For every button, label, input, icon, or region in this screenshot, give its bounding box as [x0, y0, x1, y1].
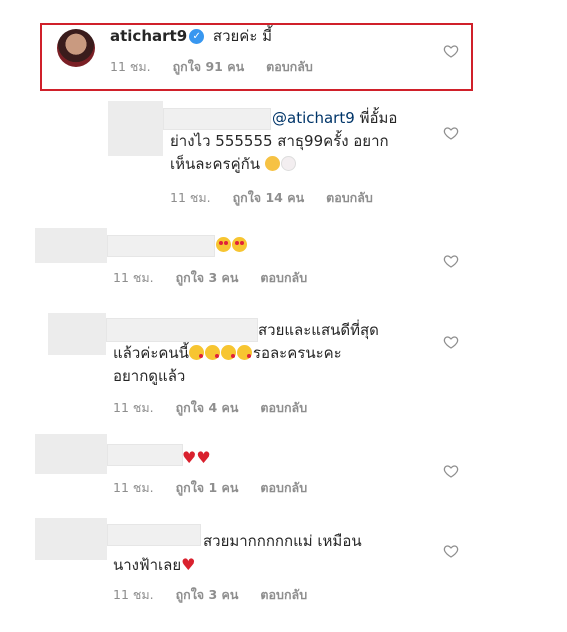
reply-button[interactable]: ตอบกลับ — [260, 478, 307, 498]
comment-time: 11 ชม. — [113, 400, 154, 415]
comment-body-line: อยากดูแล้ว — [113, 367, 186, 385]
comment-body-line: สวยและแสนดีที่สุด — [258, 321, 379, 339]
rabbit-emoji-icon — [280, 156, 296, 171]
reply-button[interactable]: ตอบกลับ — [266, 57, 313, 77]
comment-body-line: นางฟ้าเลย — [113, 556, 182, 574]
mention-link[interactable]: @atichart9 — [272, 109, 355, 127]
avatar[interactable] — [35, 228, 107, 263]
comment-meta: 11 ชม. ถูกใจ 4 คน ตอบกลับ — [113, 398, 325, 418]
avatar[interactable] — [108, 101, 163, 156]
cat-emoji-icon — [264, 156, 280, 171]
comment-text — [216, 234, 248, 257]
comment-meta: 11 ชม. ถูกใจ 1 คน ตอบกลับ — [113, 478, 325, 498]
kissing-emoji-icon — [236, 345, 252, 360]
comment-text: ♥♥ — [182, 446, 211, 470]
comment-meta: 11 ชม. ถูกใจ 14 คน ตอบกลับ — [170, 188, 391, 208]
heart-outline-icon[interactable] — [443, 334, 459, 350]
kissing-emoji-icon — [188, 345, 204, 360]
heart-outline-icon[interactable] — [443, 253, 459, 269]
avatar[interactable] — [48, 313, 106, 355]
comment-likes[interactable]: ถูกใจ 3 คน — [176, 268, 239, 288]
comment-likes[interactable]: ถูกใจ 14 คน — [233, 188, 305, 208]
comment-body-line: พี่อั้มอ — [359, 109, 398, 127]
heart-outline-icon[interactable] — [443, 43, 459, 59]
blurred-username — [107, 444, 183, 466]
heart-outline-icon[interactable] — [443, 543, 459, 559]
kissing-emoji-icon — [220, 345, 236, 360]
comment-meta: 11 ชม. ถูกใจ 3 คน ตอบกลับ — [113, 585, 325, 605]
comment-likes[interactable]: ถูกใจ 1 คน — [176, 478, 239, 498]
comment-body-line: รอละครนะคะ — [252, 344, 342, 362]
comment-likes[interactable]: ถูกใจ 3 คน — [176, 585, 239, 605]
red-heart-emoji-icon: ♥ — [182, 448, 197, 467]
comment-body-line: สวยมากกกกกแม่ เหมือน — [203, 532, 362, 550]
comment-time: 11 ชม. — [113, 480, 154, 495]
kissing-emoji-icon — [204, 345, 220, 360]
comment-meta: 11 ชม. ถูกใจ 91 คน ตอบกลับ — [110, 57, 331, 77]
comment-body-line: เห็นละครคู่กัน — [170, 155, 260, 173]
comment-text: atichart9 ✓ สวยค่ะ มี้ — [110, 25, 272, 48]
heart-eyes-emoji-icon — [232, 237, 247, 252]
comment-likes[interactable]: ถูกใจ 4 คน — [176, 398, 239, 418]
comment-body-line: ย่างไว 555555 สาธุ99ครั้ง อยาก — [170, 132, 389, 150]
comment-time: 11 ชม. — [113, 270, 154, 285]
heart-eyes-emoji-icon — [216, 237, 231, 252]
comment-text: สวยและแสนดีที่สุด แล้วค่ะคนนี้ รอละครนะคะ… — [113, 319, 413, 388]
red-heart-emoji-icon: ♥ — [196, 448, 211, 467]
comment-time: 11 ชม. — [110, 59, 151, 74]
reply-button[interactable]: ตอบกลับ — [326, 188, 373, 208]
avatar[interactable] — [35, 518, 107, 560]
comment-body: สวยค่ะ มี้ — [212, 27, 273, 45]
comment-meta: 11 ชม. ถูกใจ 3 คน ตอบกลับ — [113, 268, 325, 288]
red-heart-emoji-icon: ♥ — [181, 555, 196, 574]
avatar[interactable] — [35, 434, 107, 474]
reply-button[interactable]: ตอบกลับ — [260, 585, 307, 605]
verified-badge-icon: ✓ — [189, 29, 205, 44]
reply-button[interactable]: ตอบกลับ — [260, 268, 307, 288]
comment-text: สวยมากกกกกแม่ เหมือน นางฟ้าเลย♥ — [113, 530, 413, 577]
reply-button[interactable]: ตอบกลับ — [260, 398, 307, 418]
comment-text: @atichart9 พี่อั้มอ ย่างไว 555555 สาธุ99… — [170, 107, 420, 176]
blurred-username — [107, 235, 215, 257]
comment-time: 11 ชม. — [113, 587, 154, 602]
comment-time: 11 ชม. — [170, 190, 211, 205]
avatar[interactable] — [57, 29, 95, 67]
comment-username[interactable]: atichart9 — [110, 27, 187, 45]
comment-body-line: แล้วค่ะคนนี้ — [113, 344, 189, 362]
heart-outline-icon[interactable] — [443, 463, 459, 479]
comment-likes[interactable]: ถูกใจ 91 คน — [173, 57, 245, 77]
heart-outline-icon[interactable] — [443, 125, 459, 141]
